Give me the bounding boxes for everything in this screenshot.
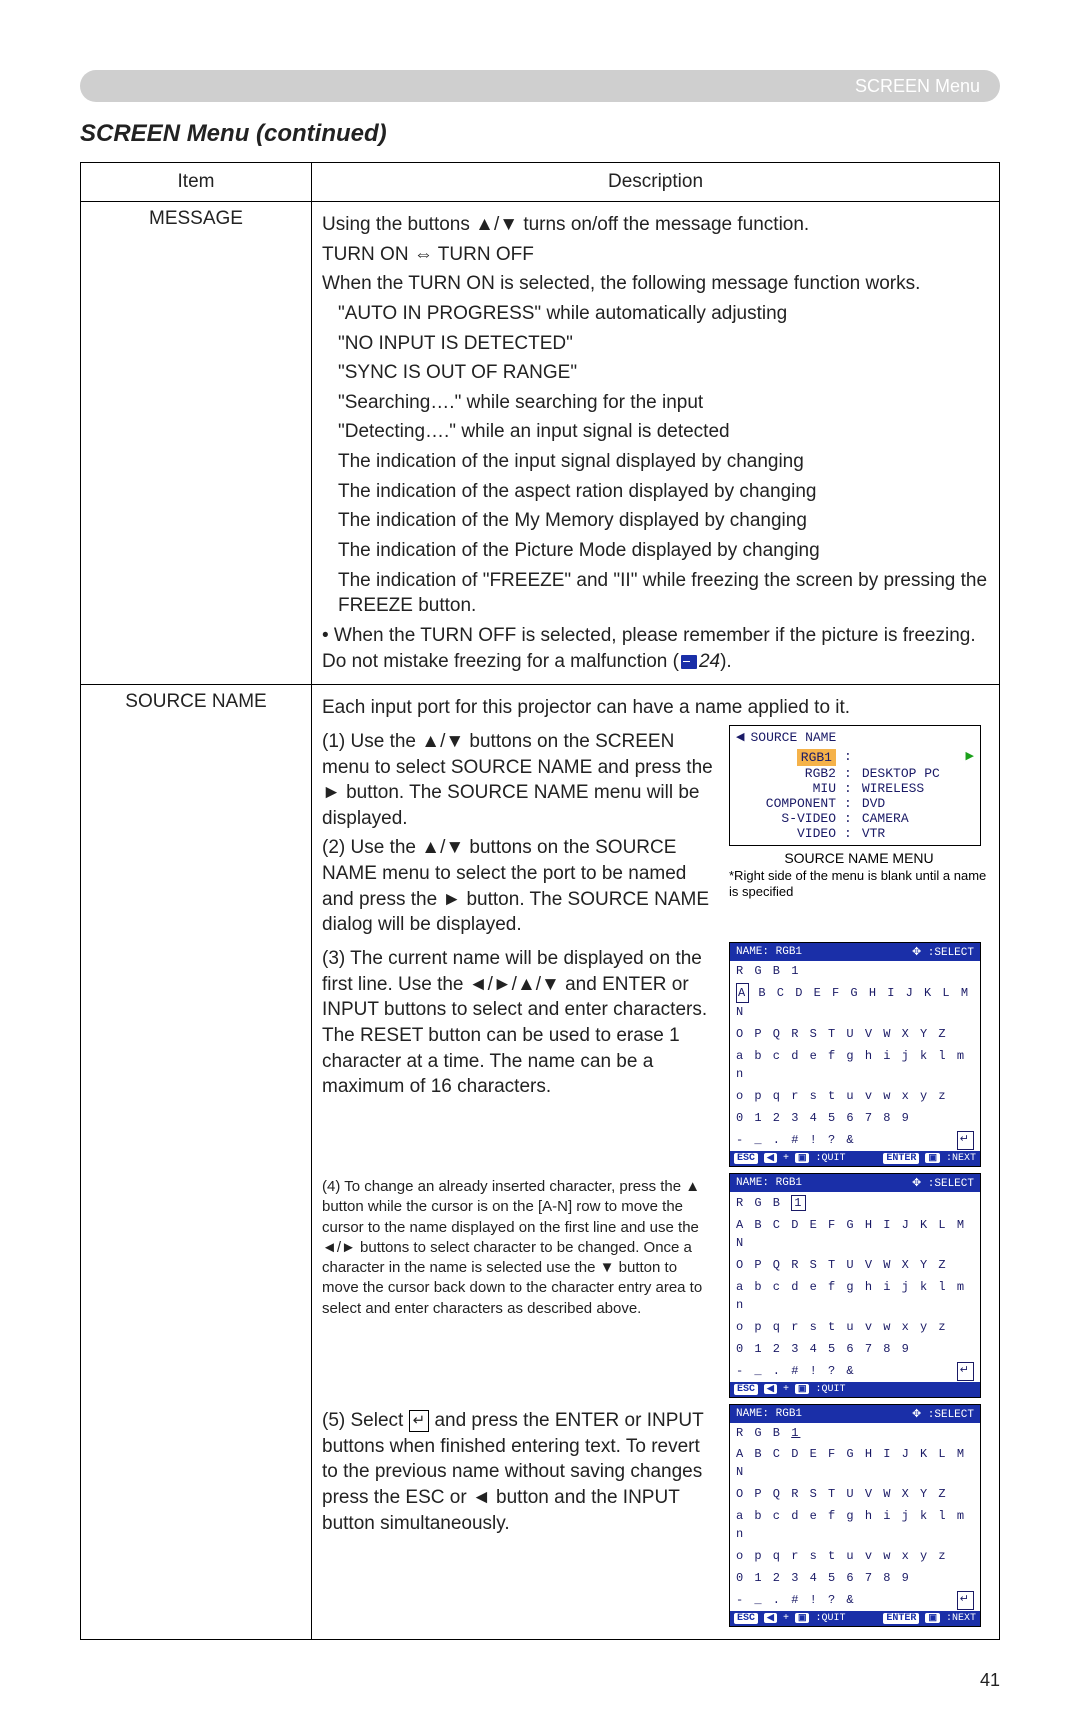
osd-port: MIU — [736, 781, 840, 796]
current-name: R G B 1 — [730, 1423, 980, 1443]
osd-port: COMPONENT — [736, 796, 840, 811]
left-triangle-icon: ◀ — [764, 1384, 777, 1394]
table-row: SOURCE NAME Each input port for this pro… — [81, 685, 1000, 1640]
input-icon: ▣ — [925, 1613, 940, 1623]
page-number: 41 — [80, 1670, 1000, 1691]
enter-symbol-icon: ↵ — [957, 1131, 974, 1150]
osd-name-dialog-2: NAME: RGB1✥ :SELECT R G B 1 A B C D E F … — [729, 1173, 981, 1398]
source-name-step1: (1) Use the ▲/▼ buttons on the SCREEN me… — [322, 729, 717, 832]
osd-name-dialog-3: NAME: RGB1✥ :SELECT R G B 1 A B C D E F … — [729, 1404, 981, 1627]
enter-symbol-icon: ↵ — [957, 1362, 974, 1381]
table-row: MESSAGE Using the buttons ▲/▼ turns on/o… — [81, 202, 1000, 685]
source-name-step5: (5) Select ↵ and press the ENTER or INPU… — [322, 1408, 717, 1536]
osd-name-dialog-1: NAME: RGB1✥ :SELECT R G B 1 A B C D E F … — [729, 942, 981, 1167]
manual-ref-icon — [681, 655, 697, 669]
input-icon: ▣ — [795, 1613, 810, 1623]
dpad-icon: ✥ — [912, 947, 921, 959]
back-triangle-icon: ◀ — [736, 730, 744, 744]
osd-title: SOURCE NAME — [750, 730, 836, 745]
esc-button: ESC — [734, 1384, 758, 1395]
screen-menu-table: Item Description MESSAGE Using the butto… — [80, 162, 1000, 1640]
esc-button: ESC — [734, 1613, 758, 1624]
osd-selected-port: RGB1 — [797, 749, 836, 766]
current-name: R G B 1 — [730, 1192, 980, 1214]
turn-off-label: TURN OFF — [438, 244, 534, 265]
cursor-highlight: 1 — [791, 1195, 806, 1211]
item-source-name: SOURCE NAME — [81, 685, 312, 1640]
left-triangle-icon: ◀ — [764, 1613, 777, 1623]
enter-button: ENTER — [883, 1153, 919, 1164]
osd-port-name: DESKTOP PC — [862, 766, 940, 781]
breadcrumb-text: SCREEN Menu — [855, 76, 980, 97]
enter-symbol-icon: ↵ — [409, 1410, 430, 1432]
osd-port-name: WIRELESS — [862, 781, 924, 796]
dpad-icon: ✥ — [912, 1178, 921, 1190]
bullet: "NO INPUT IS DETECTED" — [338, 331, 989, 357]
message-intro: Using the buttons ▲/▼ turns on/off the m… — [322, 212, 989, 238]
input-icon: ▣ — [795, 1384, 810, 1394]
message-when-off: • When the TURN OFF is selected, please … — [322, 623, 989, 674]
breadcrumb-bar: SCREEN Menu — [80, 70, 1000, 102]
osd-caption-note: *Right side of the menu is blank until a… — [729, 868, 989, 901]
col-header-item: Item — [81, 163, 312, 202]
osd-port-name: VTR — [862, 826, 885, 841]
enter-button: ENTER — [883, 1613, 919, 1624]
osd-port: RGB2 — [736, 766, 840, 781]
osd-port-name: CAMERA — [862, 811, 909, 826]
turn-on-label: TURN ON — [322, 244, 409, 265]
item-message: MESSAGE — [81, 202, 312, 685]
bullet: "Detecting…." while an input signal is d… — [338, 419, 989, 445]
bullet: "Searching…." while searching for the in… — [338, 390, 989, 416]
source-name-step3: (3) The current name will be displayed o… — [322, 946, 717, 1100]
col-header-description: Description — [312, 163, 1000, 202]
input-icon: ▣ — [925, 1153, 940, 1163]
source-name-step4: (4) To change an already inserted charac… — [322, 1177, 717, 1319]
source-name-intro: Each input port for this projector can h… — [322, 695, 989, 721]
source-name-step2: (2) Use the ▲/▼ buttons on the SOURCE NA… — [322, 835, 717, 938]
bullet: The indication of the input signal displ… — [338, 449, 989, 475]
osd-port-name: DVD — [862, 796, 885, 811]
message-bullets: "AUTO IN PROGRESS" while automatically a… — [338, 301, 989, 619]
osd-source-name-menu: ◀ SOURCE NAME RGB1:▶ RGB2:DESKTOP PC MIU… — [729, 725, 981, 846]
char-highlight: A — [736, 983, 749, 1003]
play-triangle-icon: ▶ — [966, 749, 974, 766]
dpad-icon: ✥ — [912, 1409, 921, 1421]
toggle-sep-icon: ⇔ — [414, 244, 433, 265]
osd-caption: SOURCE NAME MENU — [729, 850, 989, 866]
enter-symbol-icon: ↵ — [957, 1591, 974, 1610]
message-when-on: When the TURN ON is selected, the follow… — [322, 271, 989, 297]
osd-port: S-VIDEO — [736, 811, 840, 826]
bullet: The indication of the Picture Mode displ… — [338, 538, 989, 564]
current-name: R G B 1 — [730, 961, 980, 981]
bullet: The indication of the My Memory displaye… — [338, 508, 989, 534]
esc-button: ESC — [734, 1153, 758, 1164]
left-triangle-icon: ◀ — [764, 1153, 777, 1163]
message-toggle: TURN ON ⇔ TURN OFF — [322, 242, 989, 268]
bullet: The indication of "FREEZE" and "II" whil… — [338, 568, 989, 619]
bullet: The indication of the aspect ration disp… — [338, 479, 989, 505]
section-title: SCREEN Menu (continued) — [80, 120, 1000, 148]
ref-page: 24 — [699, 651, 720, 672]
input-icon: ▣ — [795, 1153, 810, 1163]
bullet: "AUTO IN PROGRESS" while automatically a… — [338, 301, 989, 327]
osd-port: VIDEO — [736, 826, 840, 841]
bullet: "SYNC IS OUT OF RANGE" — [338, 360, 989, 386]
